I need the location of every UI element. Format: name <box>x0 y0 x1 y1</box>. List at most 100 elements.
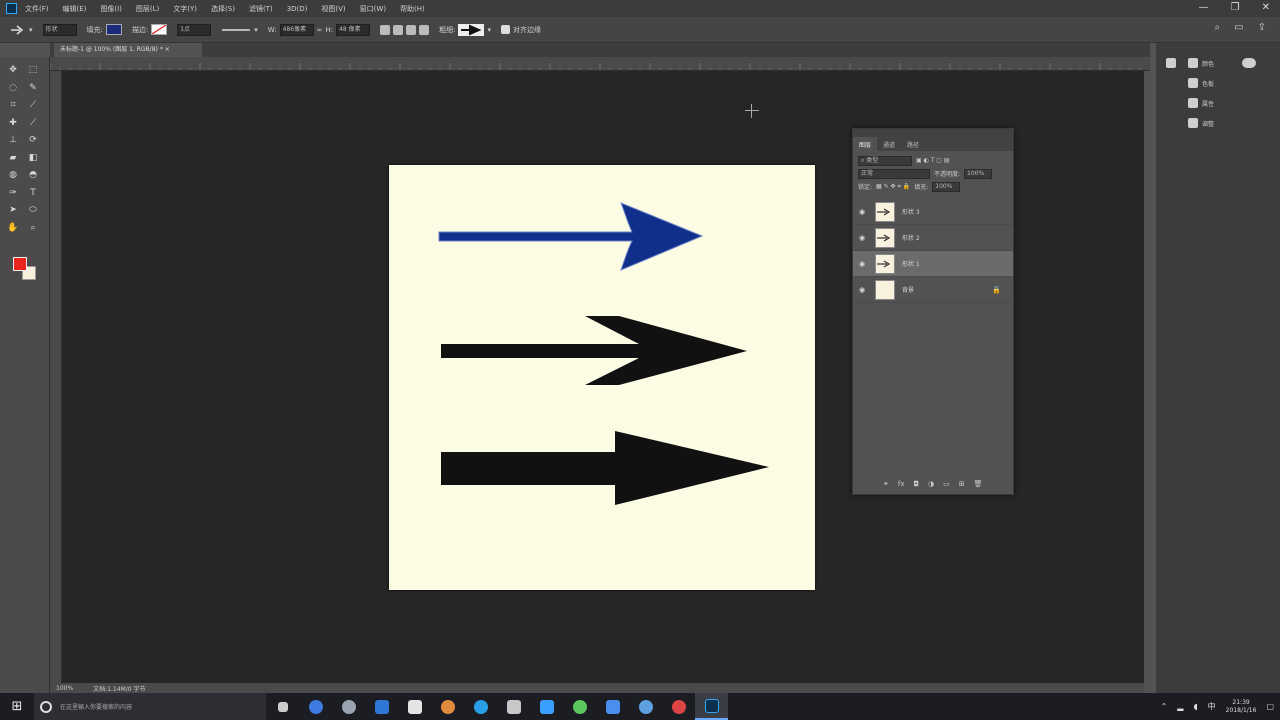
notification-icon[interactable]: ▢ <box>1266 702 1274 711</box>
document-canvas[interactable] <box>389 165 815 590</box>
custom-shape-tool-icon[interactable]: ⬭ <box>28 205 38 215</box>
app-icon-5[interactable] <box>431 693 464 720</box>
libraries-icon[interactable] <box>1242 53 1256 73</box>
filter-icons[interactable]: ▣ ◐ T ▢ ▤ <box>916 157 950 164</box>
eyedropper-tool-icon[interactable]: ⟋ <box>28 100 38 110</box>
layer-row[interactable]: ◉ 形状 2 <box>853 225 1013 251</box>
group-icon[interactable]: ▭ <box>943 480 950 488</box>
minimize-icon[interactable]: — <box>1199 2 1209 13</box>
menu-view[interactable]: 视图(V) <box>321 4 345 14</box>
app-icon-12[interactable] <box>662 693 695 720</box>
menu-image[interactable]: 图像(I) <box>100 4 122 14</box>
close-tab-icon[interactable]: × <box>165 46 170 53</box>
layer-row[interactable]: ◉ 形状 1 <box>853 251 1013 277</box>
menu-type[interactable]: 文字(Y) <box>173 4 197 14</box>
ime-icon[interactable]: 中 <box>1208 701 1216 712</box>
eye-icon[interactable]: ◉ <box>859 286 871 294</box>
gradient-tool-icon[interactable]: ◧ <box>28 153 38 163</box>
tab-channels[interactable]: 通道 <box>877 137 901 151</box>
path-select-tool-icon[interactable]: ➤ <box>8 205 18 215</box>
arrow-thin-blue[interactable] <box>438 202 704 271</box>
stroke-width-field[interactable]: 1点 <box>177 23 212 36</box>
share-icon[interactable]: ⇪ <box>1258 22 1266 33</box>
taskbar-search[interactable]: 在这里输入你要搜索的内容 <box>34 693 266 720</box>
eraser-tool-icon[interactable]: ▰ <box>8 153 18 163</box>
fill-swatch[interactable] <box>105 24 122 35</box>
marquee-tool-icon[interactable]: ⬚ <box>28 65 38 75</box>
layer-row[interactable]: ◉ 形状 3 <box>853 199 1013 225</box>
blend-mode-select[interactable]: 正常 <box>858 168 930 179</box>
app-icon-1[interactable] <box>299 693 332 720</box>
restore-icon[interactable]: ❐ <box>1231 2 1240 13</box>
fill-field[interactable]: 100% <box>932 181 961 192</box>
path-arrangement-icon[interactable] <box>406 24 417 35</box>
app-icon-11[interactable] <box>629 693 662 720</box>
menu-help[interactable]: 帮助(H) <box>400 4 425 14</box>
eye-icon[interactable]: ◉ <box>859 260 871 268</box>
layer-row[interactable]: ◉ 背景 🔒 <box>853 277 1013 303</box>
mask-icon[interactable]: ◘ <box>913 480 919 488</box>
history-icon[interactable] <box>1166 53 1176 73</box>
stamp-tool-icon[interactable]: ⊥ <box>8 135 18 145</box>
dodge-tool-icon[interactable]: ◓ <box>28 170 38 180</box>
dock-properties[interactable]: 属性 <box>1188 93 1214 113</box>
panel-header[interactable] <box>853 129 1013 137</box>
link-icon[interactable]: ∞ <box>317 26 323 34</box>
lock-icons[interactable]: ▦ ✎ ✥ ⌗ 🔒 <box>876 183 910 191</box>
menu-select[interactable]: 选择(S) <box>211 4 235 14</box>
opacity-field[interactable]: 100% <box>964 168 993 179</box>
menu-layer[interactable]: 图层(L) <box>136 4 159 14</box>
menu-window[interactable]: 窗口(W) <box>360 4 386 14</box>
app-icon-2[interactable] <box>332 693 365 720</box>
height-field[interactable]: 48 像素 <box>336 23 371 36</box>
app-icon-3[interactable] <box>365 693 398 720</box>
app-icon-8[interactable] <box>530 693 563 720</box>
volume-icon[interactable]: ◖ <box>1193 702 1197 711</box>
arrow-chevron-black[interactable] <box>441 316 747 385</box>
foreground-color-swatch[interactable] <box>13 257 27 271</box>
dock-swatches[interactable]: 色板 <box>1188 73 1214 93</box>
zoom-tool-icon[interactable]: ⌕ <box>28 223 38 233</box>
app-icon-9[interactable] <box>563 693 596 720</box>
app-icon-7[interactable] <box>497 693 530 720</box>
menu-edit[interactable]: 编辑(E) <box>63 4 87 14</box>
dock-adjustments[interactable]: 调整 <box>1188 113 1214 133</box>
healing-tool-icon[interactable]: ✚ <box>8 118 18 128</box>
mode-field[interactable]: 形状 <box>42 23 77 36</box>
crop-tool-icon[interactable]: ⌗ <box>8 100 18 110</box>
link-layers-icon[interactable]: ⚭ <box>883 480 889 488</box>
menu-filter[interactable]: 滤镜(T) <box>249 4 273 14</box>
path-alignment-icon[interactable] <box>393 24 404 35</box>
workspace-icon[interactable]: ▭ <box>1234 22 1243 33</box>
tray-up-icon[interactable]: ⌃ <box>1161 702 1168 711</box>
type-tool-icon[interactable]: T <box>28 188 38 198</box>
brush-tool-icon[interactable]: ⟋ <box>28 118 38 128</box>
gear-icon[interactable] <box>419 24 430 35</box>
shape-preview-icon[interactable] <box>458 23 485 36</box>
lasso-tool-icon[interactable]: ◌ <box>8 83 18 93</box>
dock-color[interactable]: 颜色 <box>1188 53 1214 73</box>
mode-select[interactable]: 形状 <box>42 23 77 36</box>
task-view-icon[interactable] <box>266 693 299 720</box>
menu-3d[interactable]: 3D(D) <box>287 5 308 13</box>
blur-tool-icon[interactable]: ◍ <box>8 170 18 180</box>
search-icon[interactable]: ⌕ <box>1215 22 1221 33</box>
eye-icon[interactable]: ◉ <box>859 234 871 242</box>
app-icon-4[interactable] <box>398 693 431 720</box>
tab-layers[interactable]: 图层 <box>853 137 878 151</box>
document-tab[interactable]: 未标题-1 @ 100% (图层 1, RGB/8) * × <box>54 43 202 57</box>
menu-file[interactable]: 文件(F) <box>25 4 49 14</box>
pen-tool-icon[interactable]: ✑ <box>8 188 18 198</box>
layer-kind-filter[interactable]: ⌕ 类型 <box>858 155 912 166</box>
tool-preset-picker[interactable]: ▾ <box>10 24 33 36</box>
width-field[interactable]: 486像素 <box>279 23 314 36</box>
trash-icon[interactable]: 🗑 <box>974 480 983 488</box>
tab-paths[interactable]: 路径 <box>901 137 925 151</box>
clock[interactable]: 21:39 2018/1/16 <box>1226 699 1257 715</box>
photoshop-taskbar-icon[interactable] <box>695 693 728 720</box>
windows-start-icon[interactable]: ⊞ <box>0 693 34 720</box>
app-icon-6[interactable] <box>464 693 497 720</box>
move-tool-icon[interactable]: ✥ <box>8 65 18 75</box>
stroke-swatch[interactable] <box>151 24 168 35</box>
quick-select-tool-icon[interactable]: ✎ <box>28 83 38 93</box>
